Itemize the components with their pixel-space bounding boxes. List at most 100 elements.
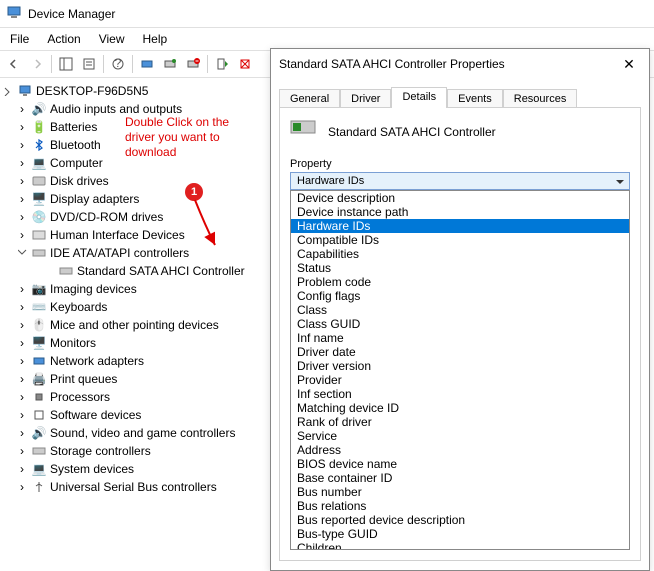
dropdown-option[interactable]: Service: [291, 429, 629, 443]
mouse-icon: 🖱️: [31, 317, 47, 333]
show-hide-tree-button[interactable]: [55, 53, 77, 75]
toolbar-separator: [51, 55, 52, 73]
properties-button[interactable]: [78, 53, 100, 75]
hid-icon: [31, 227, 47, 243]
expand-icon[interactable]: ›: [16, 427, 28, 439]
node-label: Bluetooth: [50, 138, 101, 152]
property-dropdown[interactable]: Device descriptionDevice instance pathHa…: [290, 190, 630, 550]
dropdown-option[interactable]: Compatible IDs: [291, 233, 629, 247]
sound-icon: 🔊: [31, 425, 47, 441]
property-label: Property: [290, 158, 630, 170]
node-label: Disk drives: [50, 174, 109, 188]
dropdown-option[interactable]: Device description: [291, 191, 629, 205]
combo-selected[interactable]: Hardware IDs: [290, 172, 630, 190]
dropdown-option[interactable]: Bus number: [291, 485, 629, 499]
node-label: Processors: [50, 390, 110, 404]
usb-icon: [31, 479, 47, 495]
property-combo[interactable]: Hardware IDs Device descriptionDevice in…: [290, 172, 630, 550]
menu-file[interactable]: File: [2, 30, 37, 48]
expand-icon[interactable]: ›: [16, 355, 28, 367]
dropdown-option[interactable]: Provider: [291, 373, 629, 387]
node-label: Print queues: [50, 372, 117, 386]
battery-icon: 🔋: [31, 119, 47, 135]
dropdown-option[interactable]: Hardware IDs: [291, 219, 629, 233]
enable-button[interactable]: [211, 53, 233, 75]
dropdown-option[interactable]: Children: [291, 541, 629, 550]
dropdown-option[interactable]: Device instance path: [291, 205, 629, 219]
close-button[interactable]: ✕: [617, 52, 641, 76]
expand-icon[interactable]: ›: [16, 445, 28, 457]
expand-icon[interactable]: ›: [16, 157, 28, 169]
dropdown-option[interactable]: BIOS device name: [291, 457, 629, 471]
node-label: Software devices: [50, 408, 141, 422]
tab-details[interactable]: Details: [391, 87, 447, 108]
controller-icon: [290, 118, 318, 146]
dropdown-option[interactable]: Matching device ID: [291, 401, 629, 415]
audio-icon: 🔊: [31, 101, 47, 117]
expand-icon[interactable]: ›: [16, 283, 28, 295]
expand-icon[interactable]: ›: [16, 121, 28, 133]
expand-icon[interactable]: ›: [16, 193, 28, 205]
menu-view[interactable]: View: [91, 30, 133, 48]
expand-icon[interactable]: ›: [16, 391, 28, 403]
expand-icon[interactable]: ›: [16, 463, 28, 475]
dropdown-option[interactable]: Bus relations: [291, 499, 629, 513]
tab-events[interactable]: Events: [447, 89, 503, 108]
tab-driver[interactable]: Driver: [340, 89, 391, 108]
dropdown-option[interactable]: Driver date: [291, 345, 629, 359]
expand-icon[interactable]: ›: [16, 373, 28, 385]
network-icon: [31, 353, 47, 369]
dropdown-option[interactable]: Inf section: [291, 387, 629, 401]
expand-icon[interactable]: ›: [16, 337, 28, 349]
dropdown-option[interactable]: Status: [291, 261, 629, 275]
dropdown-option[interactable]: Class: [291, 303, 629, 317]
expand-icon[interactable]: ›: [16, 319, 28, 331]
expand-icon[interactable]: ›: [16, 409, 28, 421]
back-button[interactable]: [3, 53, 25, 75]
node-label: Standard SATA AHCI Controller: [77, 264, 245, 278]
expand-icon[interactable]: ›: [16, 211, 28, 223]
node-label: Mice and other pointing devices: [50, 318, 219, 332]
uninstall-button[interactable]: [182, 53, 204, 75]
disable-button[interactable]: [234, 53, 256, 75]
expand-icon[interactable]: ›: [16, 229, 28, 241]
menu-help[interactable]: Help: [135, 30, 176, 48]
camera-icon: 📷: [31, 281, 47, 297]
badge-1: 1: [185, 183, 203, 201]
update-driver-button[interactable]: [159, 53, 181, 75]
menu-action[interactable]: Action: [39, 30, 88, 48]
dropdown-option[interactable]: Base container ID: [291, 471, 629, 485]
monitor-icon: 🖥️: [31, 335, 47, 351]
expand-icon[interactable]: ›: [16, 301, 28, 313]
dropdown-option[interactable]: Bus reported device description: [291, 513, 629, 527]
expand-icon[interactable]: ›: [16, 175, 28, 187]
dialog-title: Standard SATA AHCI Controller Properties: [279, 57, 505, 71]
help-button[interactable]: ?: [107, 53, 129, 75]
tab-general[interactable]: General: [279, 89, 340, 108]
dropdown-option[interactable]: Rank of driver: [291, 415, 629, 429]
node-label: Imaging devices: [50, 282, 137, 296]
scan-button[interactable]: [136, 53, 158, 75]
dropdown-option[interactable]: Problem code: [291, 275, 629, 289]
dropdown-option[interactable]: Driver version: [291, 359, 629, 373]
storage-icon: [31, 443, 47, 459]
controller-icon: [31, 245, 47, 261]
node-label: System devices: [50, 462, 134, 476]
forward-button[interactable]: [26, 53, 48, 75]
dropdown-option[interactable]: Class GUID: [291, 317, 629, 331]
dropdown-option[interactable]: Config flags: [291, 289, 629, 303]
expand-icon[interactable]: ›: [16, 103, 28, 115]
expand-icon[interactable]: ›: [16, 139, 28, 151]
dropdown-option[interactable]: Bus-type GUID: [291, 527, 629, 541]
dropdown-option[interactable]: Inf name: [291, 331, 629, 345]
expand-icon[interactable]: ›: [16, 481, 28, 493]
collapse-icon[interactable]: [2, 85, 14, 97]
tab-resources[interactable]: Resources: [503, 89, 578, 108]
dialog-titlebar[interactable]: Standard SATA AHCI Controller Properties…: [271, 49, 649, 79]
svg-text:?: ?: [115, 57, 122, 70]
disk-icon: [31, 173, 47, 189]
node-label: Universal Serial Bus controllers: [50, 480, 217, 494]
dropdown-option[interactable]: Capabilities: [291, 247, 629, 261]
collapse-icon[interactable]: [16, 247, 28, 259]
dropdown-option[interactable]: Address: [291, 443, 629, 457]
